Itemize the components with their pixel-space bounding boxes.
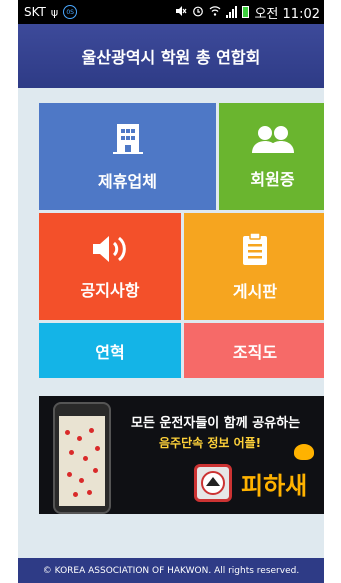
speaker-icon xyxy=(91,233,129,269)
member-card-label: 회원증 xyxy=(250,169,295,189)
organization-label: 조직도 xyxy=(232,342,278,362)
usb-icon: ψ xyxy=(50,5,59,19)
banner-headline: 모든 운전자들이 함께 공유하는 xyxy=(131,416,301,431)
banner-subline: 음주단속 정보 어플! xyxy=(159,436,262,450)
member-card-tile[interactable]: 회원증 xyxy=(219,103,324,210)
partner-tile[interactable]: 제휴업체 xyxy=(39,103,216,210)
ad-banner[interactable]: 모든 운전자들이 함께 공유하는 음주단속 정보 어플! 피하새 xyxy=(39,396,324,514)
os-badge-icon: 0S xyxy=(63,5,78,19)
status-bar: SKT ψ 0S 오전 11:02 xyxy=(18,0,324,24)
alarm-icon xyxy=(192,5,204,20)
app-title-bar: 울산광역시 학원 총 연합회 xyxy=(18,24,324,88)
footer: © KOREA ASSOCIATION OF HAKWON. All right… xyxy=(18,558,324,583)
phone-map-image xyxy=(53,402,111,514)
notice-tile[interactable]: 공지사항 xyxy=(39,213,181,320)
clipboard-icon xyxy=(240,231,270,270)
building-icon xyxy=(111,122,145,160)
organization-tile[interactable]: 조직도 xyxy=(184,323,324,378)
carrier-label: SKT xyxy=(24,5,46,19)
board-label: 게시판 xyxy=(232,281,278,301)
history-label: 연혁 xyxy=(95,342,125,362)
bird-icon xyxy=(294,444,314,460)
battery-icon xyxy=(242,6,250,18)
copyright-text: © KOREA ASSOCIATION OF HAKWON. All right… xyxy=(42,565,300,576)
mute-icon xyxy=(175,5,187,20)
signal-icon xyxy=(226,6,238,18)
app-logo-icon xyxy=(194,464,232,502)
page-title: 울산광역시 학원 총 연합회 xyxy=(81,48,261,67)
history-tile[interactable]: 연혁 xyxy=(39,323,181,378)
users-icon xyxy=(251,124,295,158)
notice-label: 공지사항 xyxy=(80,280,140,300)
partner-label: 제휴업체 xyxy=(98,171,157,191)
app-frame: SKT ψ 0S 오전 11:02 울산광역시 학원 총 연합회 제휴업체 회원… xyxy=(18,0,324,583)
board-tile[interactable]: 게시판 xyxy=(184,213,324,320)
wifi-icon xyxy=(209,5,221,20)
clock: 오전 11:02 xyxy=(254,6,320,22)
banner-brand: 피하새 xyxy=(241,472,308,500)
